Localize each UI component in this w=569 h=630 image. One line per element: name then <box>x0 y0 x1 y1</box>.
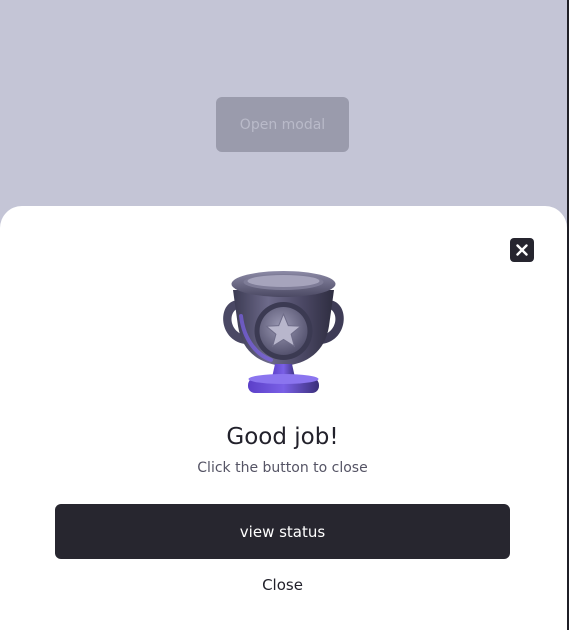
close-icon[interactable] <box>510 238 534 262</box>
modal-title: Good job! <box>226 424 339 450</box>
close-button[interactable]: Close <box>0 576 565 594</box>
page: Open modal Good job! Click the button to… <box>0 0 569 630</box>
trophy-icon <box>211 256 356 401</box>
success-modal: Good job! Click the button to close view… <box>0 206 567 630</box>
open-modal-button[interactable]: Open modal <box>216 97 349 152</box>
view-status-button[interactable]: view status <box>55 504 510 559</box>
modal-subtitle: Click the button to close <box>197 460 368 476</box>
